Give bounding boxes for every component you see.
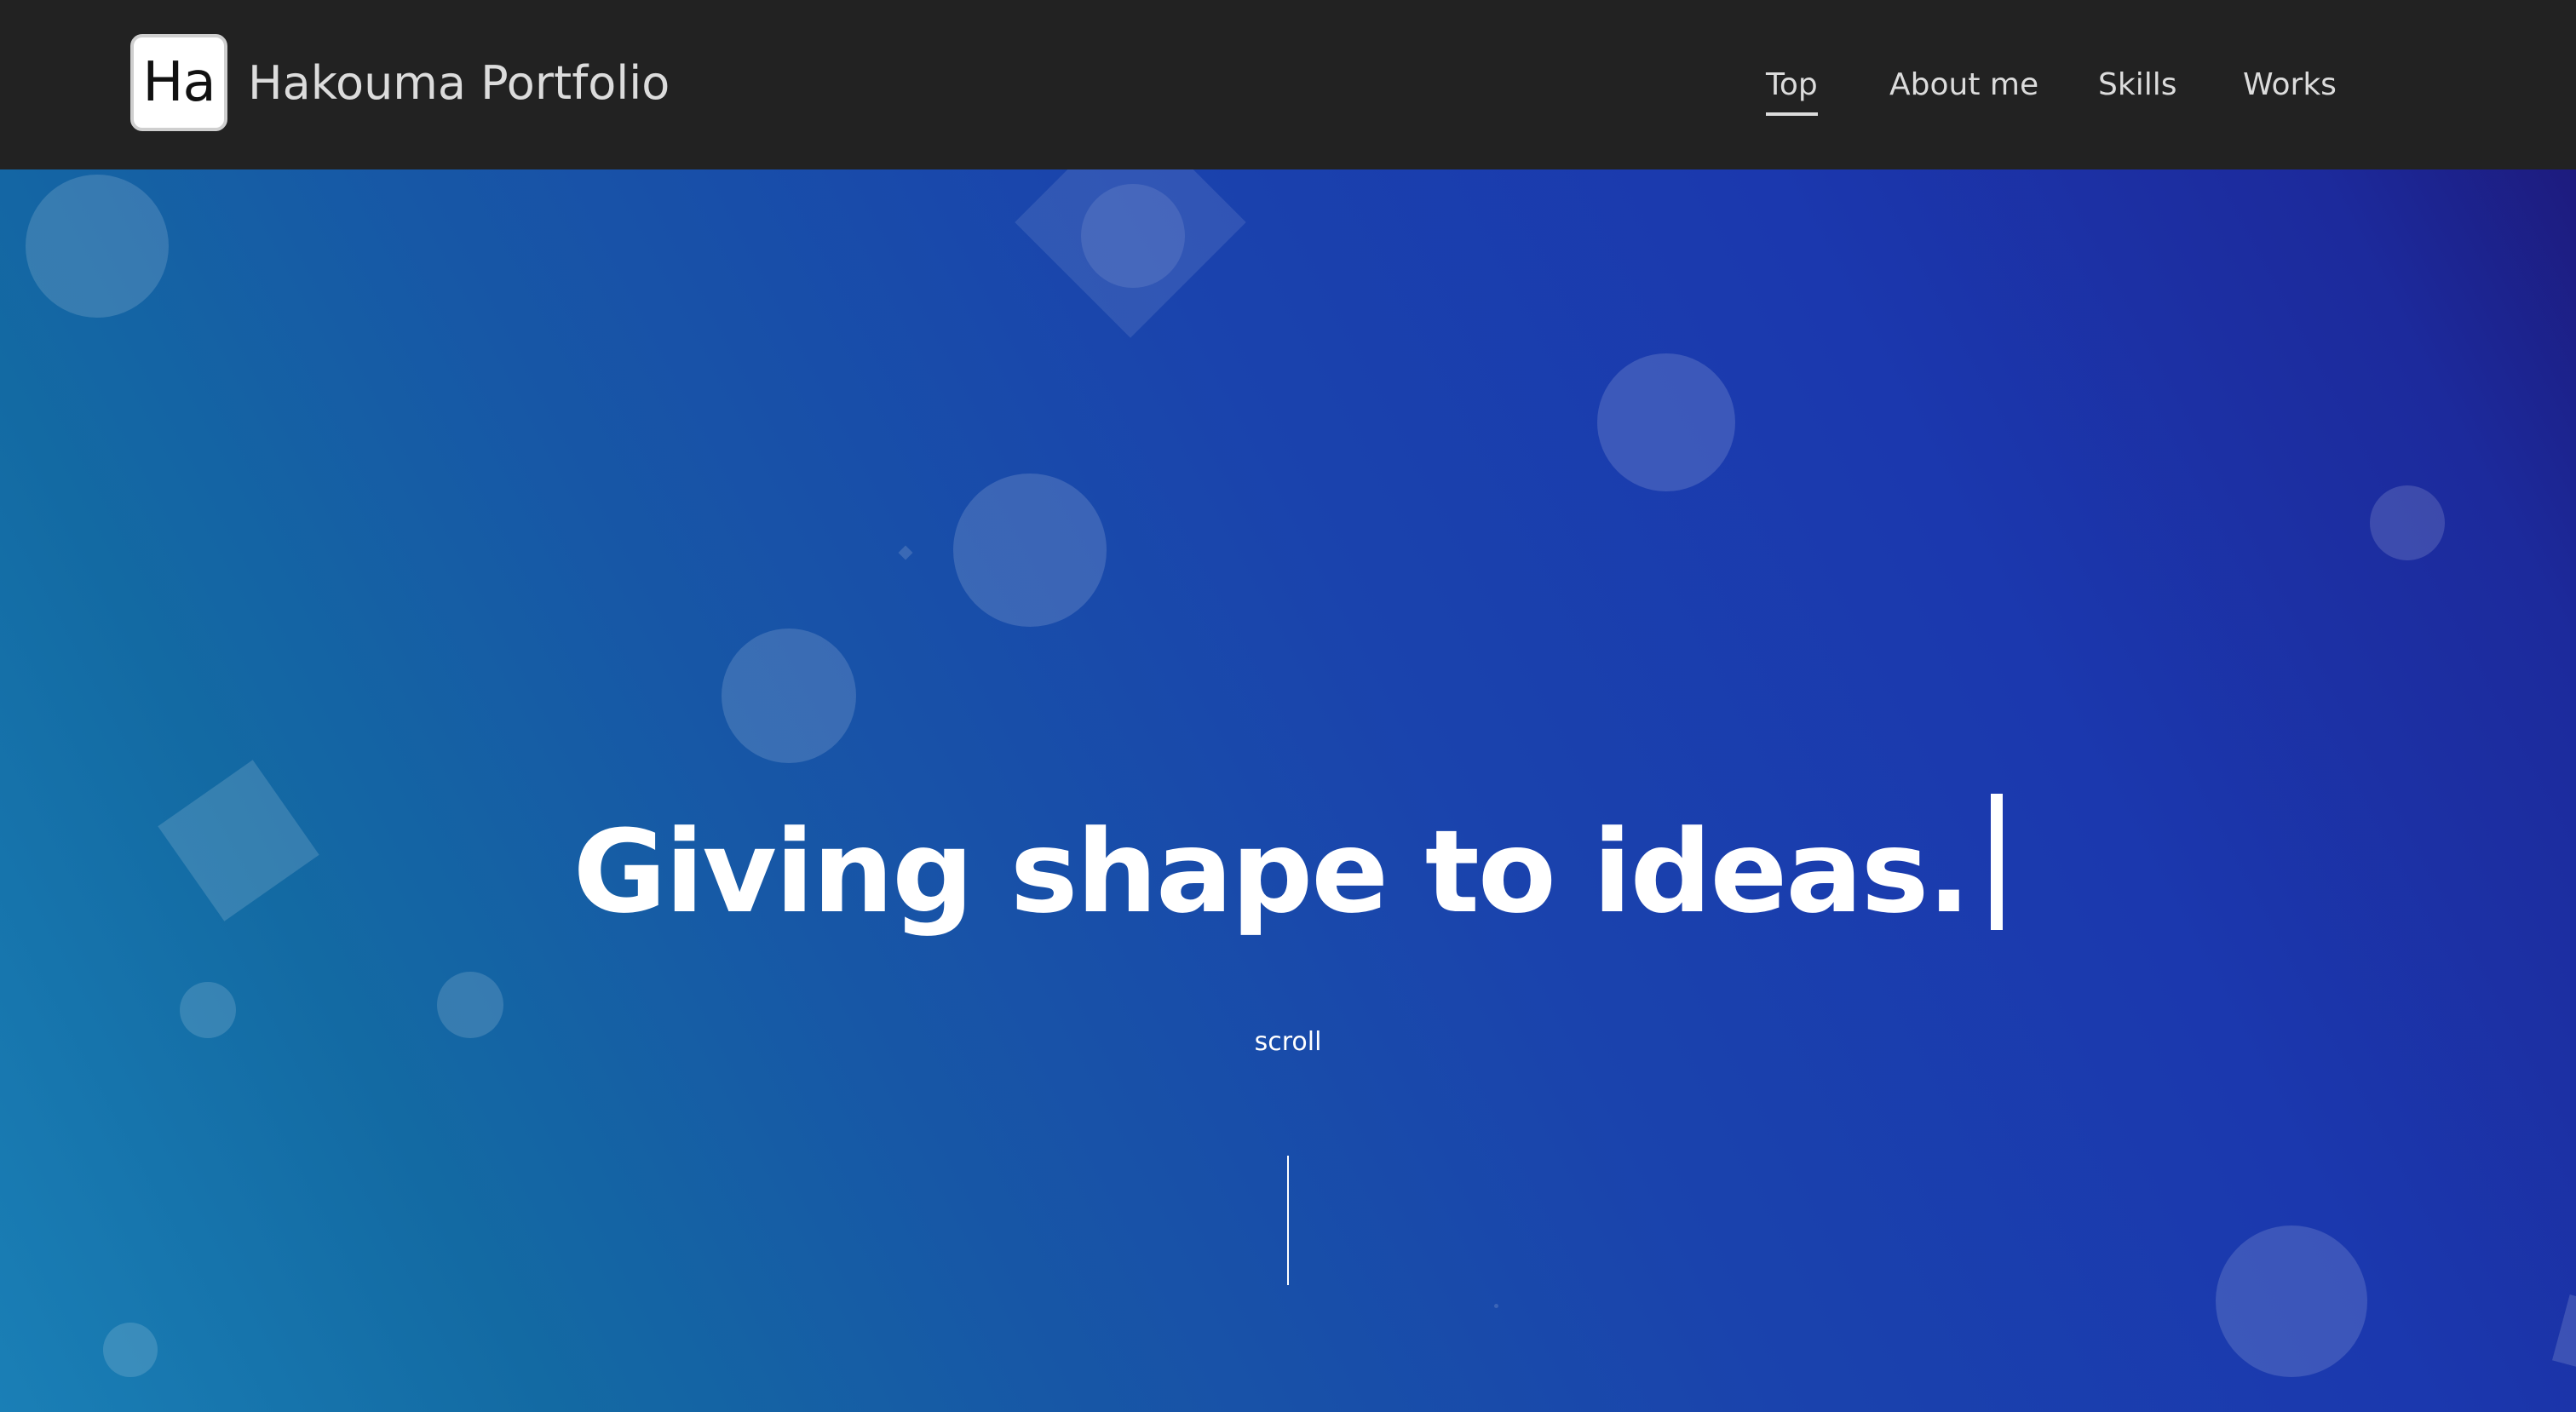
decorative-circle — [180, 982, 236, 1038]
main-nav: Top About me Skills Works — [1704, 60, 2385, 116]
typing-caret — [1991, 793, 2004, 930]
decorative-circle — [1081, 184, 1185, 288]
hero-headline-text: Giving shape to ideas. — [572, 805, 1971, 938]
decorative-circle — [437, 972, 503, 1038]
decorative-circle — [26, 175, 169, 318]
site-header: Ha Hakouma Portfolio Top About me Skills… — [0, 0, 2576, 169]
decorative-circle — [2216, 1225, 2367, 1377]
site-title[interactable]: Hakouma Portfolio — [248, 51, 670, 116]
nav-item-top[interactable]: Top — [1766, 60, 1818, 116]
scroll-indicator-line — [1287, 1156, 1289, 1285]
decorative-circle — [103, 1323, 158, 1377]
decorative-circle — [953, 474, 1107, 627]
hero-headline: Giving shape to ideas. — [0, 791, 2576, 953]
decorative-circle — [722, 629, 856, 763]
scroll-label[interactable]: scroll — [1203, 1021, 1373, 1064]
site-logo[interactable]: Ha — [130, 34, 227, 131]
decorative-circle — [1597, 353, 1735, 491]
hero-section: Giving shape to ideas. scroll — [0, 169, 2576, 1412]
nav-item-about-me[interactable]: About me — [1889, 60, 2038, 111]
decorative-dot — [1494, 1304, 1498, 1308]
decorative-dot — [898, 545, 913, 560]
nav-item-works[interactable]: Works — [2243, 60, 2337, 111]
decorative-circle — [2370, 485, 2445, 560]
nav-item-skills[interactable]: Skills — [2098, 60, 2176, 111]
decorative-square — [2552, 1294, 2576, 1378]
